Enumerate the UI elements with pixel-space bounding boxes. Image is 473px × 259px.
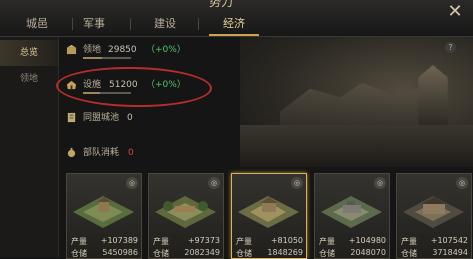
storage-label: 仓储: [236, 249, 252, 258]
territory-change: （+0%）: [146, 45, 186, 55]
production-value: +107389: [100, 236, 138, 245]
production-label: 产量: [319, 237, 335, 246]
storage-value: 3718494: [432, 248, 468, 257]
tab-divider: [198, 18, 199, 30]
production-value: +104980: [348, 236, 386, 245]
background-scene-image: [240, 37, 473, 167]
sidebar-item-territory[interactable]: 领地: [0, 66, 58, 92]
storage-label: 仓储: [319, 249, 335, 258]
tab-military[interactable]: 军事: [63, 14, 125, 34]
resource-card-3[interactable]: ◎ 产量 +81050 仓储 1848269: [231, 173, 307, 259]
resource-card-5[interactable]: ◎ 产量 +107542 仓储 3718494: [396, 173, 472, 259]
production-label: 产量: [401, 237, 417, 246]
close-icon[interactable]: ✕: [441, 2, 469, 24]
production-label: 产量: [71, 237, 87, 246]
highlight-annotation-circle: [55, 65, 213, 109]
window-title: 势力: [208, 0, 233, 9]
troop-consumption-icon: [67, 147, 76, 158]
troop-consumption-value: 0: [128, 148, 134, 158]
production-value: +107542: [430, 236, 468, 245]
top-tab-bar: 势力 城邑 军事 建设 经济 ✕: [0, 0, 473, 37]
alliance-cities-label: 同盟城池: [83, 113, 120, 123]
storage-value: 1848269: [267, 248, 303, 257]
tab-cities[interactable]: 城邑: [6, 14, 68, 34]
production-label: 产量: [153, 237, 169, 246]
territory-progress-bar: [83, 57, 131, 59]
production-label: 产量: [236, 237, 252, 246]
sidebar: 总览 领地: [0, 37, 59, 257]
resource-card-badge-icon: ◎: [374, 177, 386, 189]
sidebar-item-overview[interactable]: 总览: [0, 40, 58, 66]
farmland-resource-icon: [73, 196, 134, 228]
tab-economy[interactable]: 经济: [203, 14, 265, 36]
alliance-cities-value: 0: [127, 113, 133, 123]
storage-label: 仓储: [71, 249, 87, 258]
storage-value: 5450986: [102, 248, 138, 257]
iron-resource-icon: [321, 196, 382, 228]
resource-cards: ◎ 产量 +107389 仓储 5450986 ◎ 产量 +97373 仓储 2…: [66, 173, 473, 259]
troop-consumption-label: 部队消耗: [83, 148, 120, 158]
production-value: +81050: [270, 236, 303, 245]
overview-row-troop-consumption: 部队消耗 0: [66, 144, 226, 162]
resource-card-badge-icon: ◎: [126, 177, 138, 189]
production-value: +97373: [187, 236, 220, 245]
storage-value: 2082349: [184, 248, 220, 257]
stone-resource-icon: [238, 196, 299, 228]
resource-card-1[interactable]: ◎ 产量 +107389 仓储 5450986: [66, 173, 142, 259]
overview-row-territory: 领地 29850 （+0%）: [66, 41, 236, 59]
territory-icon: [66, 44, 77, 55]
storage-value: 2048070: [350, 248, 386, 257]
tab-construction[interactable]: 建设: [134, 14, 196, 34]
resource-card-4[interactable]: ◎ 产量 +104980 仓储 2048070: [314, 173, 390, 259]
overview-row-alliance-cities: 同盟城池 0: [66, 109, 226, 127]
scene-ground: [240, 125, 473, 167]
resource-card-2[interactable]: ◎ 产量 +97373 仓储 2082349: [148, 173, 224, 259]
storage-label: 仓储: [153, 249, 169, 258]
grain-resource-icon: [403, 196, 464, 228]
resource-card-badge-icon: ◎: [291, 177, 303, 189]
help-icon[interactable]: ?: [445, 42, 456, 53]
territory-progress-fill: [83, 57, 103, 59]
resource-card-badge-icon: ◎: [456, 177, 468, 189]
resource-card-badge-icon: ◎: [208, 177, 220, 189]
lumber-resource-icon: [155, 196, 216, 228]
tab-divider: [130, 18, 131, 30]
alliance-city-icon: [67, 112, 76, 123]
storage-label: 仓储: [401, 249, 417, 258]
